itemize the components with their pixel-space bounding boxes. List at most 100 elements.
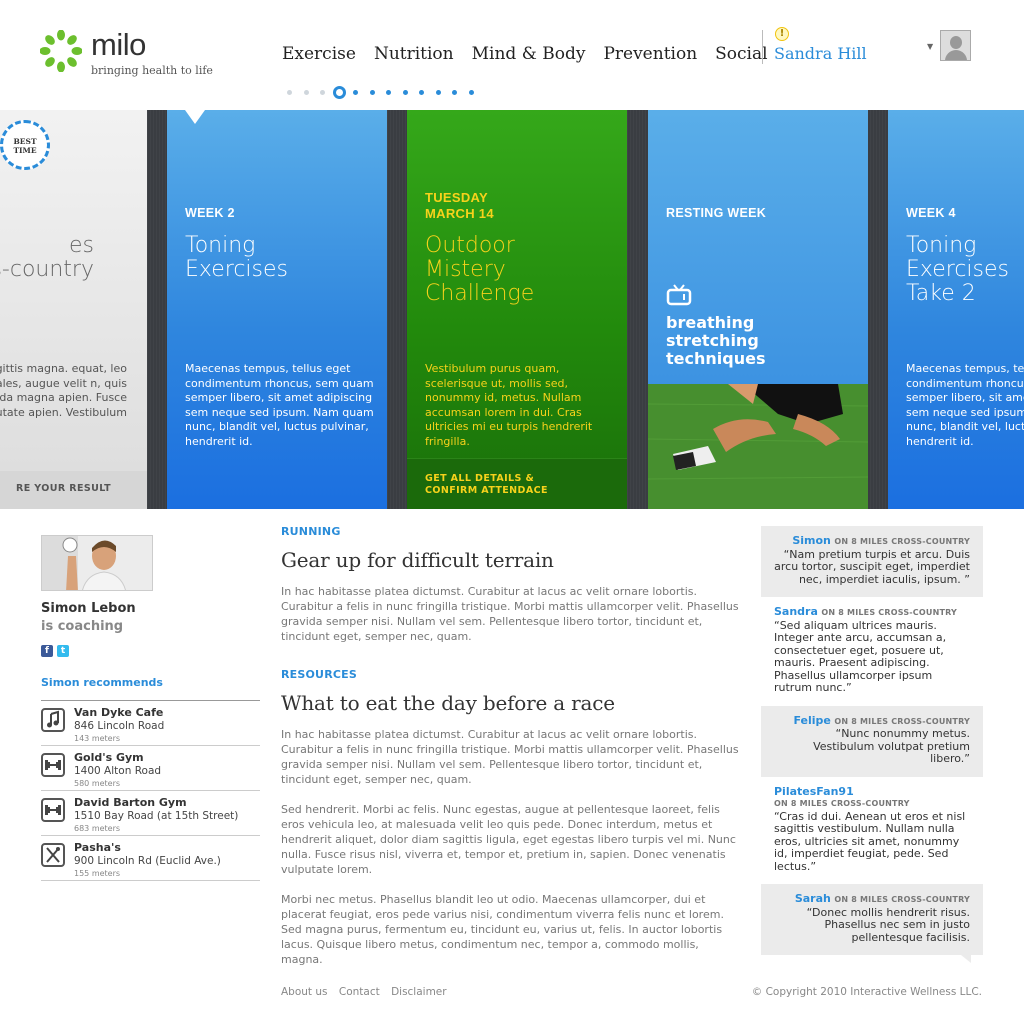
article-title[interactable]: Gear up for difficult terrain [281, 548, 743, 572]
share-result-link[interactable]: RE YOUR RESULT [16, 483, 111, 494]
card-description: dales sagittis magna. equat, leo eget o … [0, 362, 127, 419]
comment-author[interactable]: Felipe [793, 714, 830, 727]
logo-name: milo [91, 27, 146, 62]
card-description: Maecenas tempus, tellus eget condimentum… [185, 362, 374, 448]
pager-dot[interactable] [468, 90, 474, 95]
warning-icon[interactable]: ! [775, 27, 789, 41]
footer-line: CONFIRM ATTENDACE [425, 485, 548, 496]
pager-dot[interactable] [452, 90, 457, 95]
footer-link-about[interactable]: About us [281, 986, 328, 998]
card-title: Toning Exercises Take 2 [906, 233, 1010, 306]
card-outdoor-challenge[interactable]: TUESDAY MARCH 14 Outdoor Mistery Challen… [407, 110, 627, 509]
comment: Sandra ON 8 MILES CROSS-COUNTRY “Sed ali… [761, 597, 983, 714]
place-name: Pasha's [74, 841, 121, 854]
nav-prevention[interactable]: Prevention [603, 44, 697, 64]
coach-name[interactable]: Simon Lebon [41, 601, 136, 616]
coach-role: is coaching [41, 619, 124, 634]
recommendations-title[interactable]: Simon recommends [41, 676, 163, 689]
pager-dot[interactable] [369, 90, 375, 95]
place-address: 1400 Alton Road [74, 765, 162, 777]
comment-text: “Sed aliquam ultrices mauris. Integer an… [774, 618, 947, 694]
comments-feed: Simon ON 8 MILES CROSS-COUNTRY “Nam pret… [761, 526, 983, 963]
article-title[interactable]: What to eat the day before a race [281, 691, 743, 715]
card-label: RESTING WEEK [666, 206, 767, 220]
carousel-pager [287, 86, 485, 99]
pager-dot[interactable] [419, 90, 424, 95]
confirm-attendance-button[interactable]: GET ALL DETAILS & CONFIRM ATTENDACE [407, 458, 627, 509]
card-cross-country[interactable]: BEST TIME es s-country dales sagittis ma… [0, 110, 147, 509]
pager-dot[interactable] [402, 90, 408, 95]
comment-context: ON 8 MILES CROSS-COUNTRY [834, 537, 970, 546]
place-address: 846 Lincoln Road [74, 720, 165, 732]
copyright: © Copyright 2010 Interactive Wellness LL… [751, 986, 982, 998]
comment-author[interactable]: Sarah [795, 892, 831, 905]
pager-dot[interactable] [320, 90, 325, 95]
comment-context: ON 8 MILES CROSS-COUNTRY [834, 895, 970, 904]
pager-dot-active[interactable] [332, 86, 346, 99]
chevron-down-icon[interactable]: ▼ [927, 42, 933, 51]
list-item[interactable]: Gold's Gym 1400 Alton Road 580 meters [41, 746, 260, 791]
card-footer[interactable]: RE YOUR RESULT [0, 471, 147, 509]
tv-icon [666, 284, 692, 306]
utensils-icon [41, 843, 65, 867]
card-description: Vestibulum purus quam, scelerisque ut, m… [425, 362, 593, 448]
list-item[interactable]: Pasha's 900 Lincoln Rd (Euclid Ave.) 155… [41, 836, 260, 881]
pager-dot[interactable] [386, 90, 391, 95]
coach-photo[interactable] [41, 535, 153, 591]
badge-label: BEST TIME [13, 137, 37, 155]
card-week-4[interactable]: WEEK 4 Toning Exercises Take 2 Maecenas … [888, 110, 1024, 509]
comment-context: ON 8 MILES CROSS-COUNTRY [834, 716, 970, 726]
article-resources: RESOURCES What to eat the day before a r… [281, 668, 743, 967]
place-name: Van Dyke Cafe [74, 706, 164, 719]
recommendations-list: Van Dyke Cafe 846 Lincoln Road 143 meter… [41, 700, 260, 881]
selection-notch [185, 110, 205, 124]
articles: RUNNING Gear up for difficult terrain In… [281, 525, 743, 967]
article-paragraph: Morbi nec metus. Phasellus blandit leo u… [281, 893, 724, 966]
logo[interactable]: milo bringing health to life [40, 27, 213, 77]
coach-social-links: f t [41, 645, 73, 657]
header: milo bringing health to life Exercise Nu… [0, 0, 1024, 110]
place-distance: 143 meters [74, 734, 121, 743]
avatar[interactable] [940, 30, 971, 61]
main-nav: Exercise Nutrition Mind & Body Preventio… [282, 44, 786, 64]
comment-author[interactable]: Simon [792, 534, 831, 547]
pager-dot[interactable] [287, 90, 292, 95]
user-name[interactable]: Sandra Hill [774, 44, 867, 63]
nav-nutrition[interactable]: Nutrition [374, 44, 454, 64]
card-title: Toning Exercises [185, 233, 289, 282]
place-address: 900 Lincoln Rd (Euclid Ave.) [74, 855, 221, 867]
comment-context: ON 8 MILES CROSS-COUNTRY [821, 608, 958, 617]
nav-exercise[interactable]: Exercise [282, 44, 356, 64]
card-resting-week[interactable]: RESTING WEEK breathing stretching techni… [648, 110, 868, 509]
pager-dot[interactable] [303, 90, 309, 95]
twitter-icon[interactable]: t [57, 645, 69, 657]
dumbbell-icon [41, 798, 65, 822]
week-carousel: BEST TIME es s-country dales sagittis ma… [0, 110, 1024, 509]
facebook-icon[interactable]: f [41, 645, 53, 657]
card-description: Maecenas tempus, tellus eget condimentum… [906, 362, 1024, 448]
comment: Felipe ON 8 MILES CROSS-COUNTRY “Nunc no… [761, 705, 983, 785]
list-item[interactable]: David Barton Gym 1510 Bay Road (at 15th … [41, 791, 260, 836]
best-time-badge: BEST TIME [0, 120, 50, 170]
article-running: RUNNING Gear up for difficult terrain In… [281, 525, 743, 644]
card-title: breathing stretching techniques [666, 313, 766, 368]
comment-author[interactable]: Sandra [774, 605, 818, 618]
article-category[interactable]: RESOURCES [281, 668, 743, 681]
place-distance: 683 meters [74, 824, 121, 833]
pager-dot[interactable] [353, 90, 358, 95]
dumbbell-icon [41, 753, 65, 777]
pager-dot[interactable] [435, 90, 441, 95]
footer-link-disclaimer[interactable]: Disclaimer [391, 986, 447, 998]
article-paragraph: In hac habitasse platea dictumst. Curabi… [281, 728, 739, 786]
footer-link-contact[interactable]: Contact [339, 986, 380, 998]
place-address: 1510 Bay Road (at 15th Street) [74, 810, 239, 822]
nav-mind-body[interactable]: Mind & Body [472, 44, 586, 64]
nav-social[interactable]: Social [715, 44, 767, 64]
card-label: WEEK 2 [185, 206, 235, 220]
article-category[interactable]: RUNNING [281, 525, 743, 538]
card-date: TUESDAY MARCH 14 [425, 190, 494, 222]
card-week-2[interactable]: WEEK 2 Toning Exercises Maecenas tempus,… [167, 110, 387, 509]
comment-author[interactable]: PilatesFan91 [774, 785, 970, 799]
list-item[interactable]: Van Dyke Cafe 846 Lincoln Road 143 meter… [41, 701, 260, 746]
card-date-month: MARCH 14 [425, 206, 494, 221]
